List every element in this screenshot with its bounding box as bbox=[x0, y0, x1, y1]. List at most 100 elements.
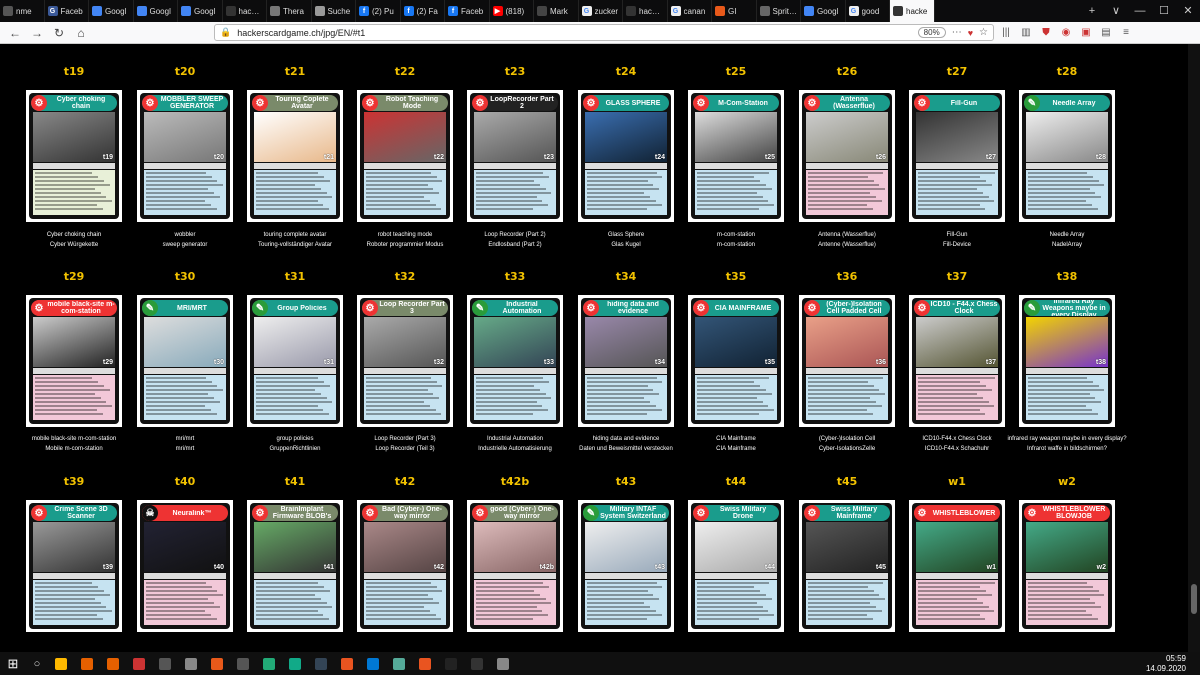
browser-tab[interactable]: Ggood bbox=[846, 0, 890, 22]
taskbar-app-icon[interactable] bbox=[386, 652, 412, 675]
shield-extension-icon[interactable]: ⛊ bbox=[1038, 25, 1054, 41]
game-card[interactable]: ⚙ Swiss Military Mainframe t45 bbox=[799, 500, 895, 632]
browser-tab[interactable]: hackersc bbox=[623, 0, 668, 22]
browser-tab[interactable]: Googl bbox=[178, 0, 223, 22]
card-title-bar: ⚙ BrainImplant Firmware BLOB's bbox=[252, 505, 338, 521]
game-card[interactable]: ✎ Industrial Automation t33 bbox=[467, 295, 563, 427]
forward-arrow-icon[interactable]: → bbox=[28, 24, 46, 42]
close-button[interactable]: ✕ bbox=[1176, 0, 1200, 22]
browser-tab[interactable]: Suche bbox=[312, 0, 356, 22]
tab-list-dropdown-icon[interactable]: ∨ bbox=[1104, 0, 1128, 22]
game-card[interactable]: ⚙ BrainImplant Firmware BLOB's t41 bbox=[247, 500, 343, 632]
card-description bbox=[916, 580, 998, 625]
browser-tab[interactable]: f (2) Fa bbox=[401, 0, 445, 22]
game-card[interactable]: ⚙ Crime Scene 3D Scanner t39 bbox=[26, 500, 122, 632]
browser-tab[interactable]: nme bbox=[0, 0, 45, 22]
zoom-level[interactable]: 80% bbox=[917, 27, 946, 38]
game-card[interactable]: ⚙ WHISTLEBLOWER BLOWJOB w2 bbox=[1019, 500, 1115, 632]
taskbar-app-icon[interactable] bbox=[464, 652, 490, 675]
taskbar-app-icon[interactable] bbox=[438, 652, 464, 675]
bookmarks-icon[interactable]: ▤ bbox=[1098, 25, 1114, 41]
browser-tab[interactable]: hackersc bbox=[223, 0, 267, 22]
game-card[interactable]: ⚙ Bad (Cyber-) One-way mirror t42 bbox=[357, 500, 453, 632]
taskbar-app-icon[interactable] bbox=[230, 652, 256, 675]
taskbar-app-icon[interactable] bbox=[126, 652, 152, 675]
taskbar-app-icon[interactable] bbox=[308, 652, 334, 675]
browser-tab[interactable]: Sprites m bbox=[757, 0, 801, 22]
browser-tab[interactable]: Gcanan bbox=[668, 0, 712, 22]
game-card[interactable]: ☠ Neuralink™ t40 bbox=[137, 500, 233, 632]
card-title-bar: ⚙ Touring Coplete Avatar bbox=[252, 95, 338, 111]
game-card[interactable]: ⚙ ICD10 - F44.x Chess Clock t37 bbox=[909, 295, 1005, 427]
taskbar-app-icon[interactable] bbox=[74, 652, 100, 675]
game-card[interactable]: ⚙ LoopRecorder Part 2 t23 bbox=[467, 90, 563, 222]
taskbar-app-icon[interactable] bbox=[412, 652, 438, 675]
system-clock[interactable]: 05:59 14.09.2020 bbox=[1146, 654, 1186, 674]
minimize-button[interactable]: — bbox=[1128, 0, 1152, 22]
browser-tab[interactable]: hacke bbox=[890, 0, 935, 22]
game-card[interactable]: ✎ MRI/MRT t30 bbox=[137, 295, 233, 427]
sidebar-icon[interactable]: ▥ bbox=[1018, 25, 1034, 41]
browser-tab[interactable]: Mark bbox=[534, 0, 579, 22]
taskbar-app-icon[interactable] bbox=[204, 652, 230, 675]
taskbar-app-icon[interactable] bbox=[178, 652, 204, 675]
game-card[interactable]: ⚙ mobile black-site m-com-station t29 bbox=[26, 295, 122, 427]
taskbar-app-icon[interactable] bbox=[48, 652, 74, 675]
game-card[interactable]: ⚙ good (Cyber-) One-way mirror t42b bbox=[467, 500, 563, 632]
game-card[interactable]: ⚙ MOBBLER SWEEP GENERATOR t20 bbox=[137, 90, 233, 222]
new-tab-button[interactable]: + bbox=[1080, 0, 1104, 22]
url-text[interactable]: hackerscardgame.ch/jpg/EN/#t1 bbox=[237, 28, 911, 38]
game-card[interactable]: ⚙ hiding data and evidence t34 bbox=[578, 295, 674, 427]
browser-tab[interactable]: ▶ (818) bbox=[490, 0, 534, 22]
game-card[interactable]: ✎ Group Policies t31 bbox=[247, 295, 343, 427]
taskbar-app-icon[interactable] bbox=[256, 652, 282, 675]
home-icon[interactable]: ⌂ bbox=[72, 24, 90, 42]
browser-tab[interactable]: GI bbox=[712, 0, 757, 22]
page-scrollbar[interactable] bbox=[1188, 44, 1200, 652]
browser-tab[interactable]: Googl bbox=[801, 0, 846, 22]
taskbar-app-icon[interactable] bbox=[490, 652, 516, 675]
game-card[interactable]: ✎ Infrared Ray Weapons maybe in every Dis… bbox=[1019, 295, 1115, 427]
browser-tab[interactable]: Thera bbox=[267, 0, 312, 22]
game-card[interactable]: ⚙ WHISTLEBLOWER w1 bbox=[909, 500, 1005, 632]
taskbar-app-icon[interactable] bbox=[334, 652, 360, 675]
menu-icon[interactable]: ≡ bbox=[1118, 25, 1134, 41]
browser-tab[interactable]: f (2) Pu bbox=[356, 0, 401, 22]
browser-tab[interactable]: Gzucker bbox=[579, 0, 623, 22]
game-card[interactable]: ⚙ GLASS SPHERE t24 bbox=[578, 90, 674, 222]
game-card[interactable]: ✎ Needle Array t28 bbox=[1019, 90, 1115, 222]
taskbar-app-icon[interactable] bbox=[152, 652, 178, 675]
pocket-icon[interactable]: ♥ bbox=[968, 28, 973, 38]
browser-tab[interactable]: G Faceb bbox=[45, 0, 89, 22]
address-bar[interactable]: 🔒 hackerscardgame.ch/jpg/EN/#t1 80% ⋯ ♥ … bbox=[214, 24, 994, 41]
extension-icon[interactable]: ◉ bbox=[1058, 25, 1074, 41]
start-button[interactable]: ⊞ bbox=[0, 652, 26, 675]
page-actions-icon[interactable]: ⋯ bbox=[952, 27, 962, 38]
game-card[interactable]: ⚙ M-Com-Station t25 bbox=[688, 90, 784, 222]
taskbar-app-icon[interactable] bbox=[360, 652, 386, 675]
maximize-button[interactable]: ☐ bbox=[1152, 0, 1176, 22]
bookmark-star-icon[interactable]: ☆ bbox=[979, 27, 988, 38]
game-card[interactable]: ⚙ Fill-Gun t27 bbox=[909, 90, 1005, 222]
tab-label: hackersc bbox=[238, 6, 264, 16]
game-card[interactable]: ⚙ Swiss Military Drone t44 bbox=[688, 500, 784, 632]
reload-icon[interactable]: ↻ bbox=[50, 24, 68, 42]
browser-tab[interactable]: Googl bbox=[134, 0, 178, 22]
game-card[interactable]: ⚙ Robot Teaching Mode t22 bbox=[357, 90, 453, 222]
game-card[interactable]: ⚙ Loop Recorder Part 3 t32 bbox=[357, 295, 453, 427]
game-card[interactable]: ⚙ Cyber choking chain t19 bbox=[26, 90, 122, 222]
search-icon[interactable]: ○ bbox=[26, 652, 48, 675]
game-card[interactable]: ⚙ CIA MAINFRAME t35 bbox=[688, 295, 784, 427]
scrollbar-thumb[interactable] bbox=[1191, 584, 1197, 614]
browser-tab[interactable]: f Faceb bbox=[445, 0, 490, 22]
taskbar-app-icon[interactable] bbox=[282, 652, 308, 675]
library-icon[interactable]: ||| bbox=[998, 25, 1014, 41]
browser-tab[interactable]: Googl bbox=[89, 0, 134, 22]
game-card[interactable]: ⚙ Antenna (Wasserflue) t26 bbox=[799, 90, 895, 222]
game-card[interactable]: ✎ Military INTAF System Switzerland t43 bbox=[578, 500, 674, 632]
game-card[interactable]: ⚙ Touring Coplete Avatar t21 bbox=[247, 90, 343, 222]
back-arrow-icon[interactable]: ← bbox=[6, 24, 24, 42]
game-card[interactable]: ⚙ (Cyber-)Isolation Cell Padded Cell t36 bbox=[799, 295, 895, 427]
taskbar-app-icon[interactable] bbox=[100, 652, 126, 675]
extension-red-icon[interactable]: ▣ bbox=[1078, 25, 1094, 41]
